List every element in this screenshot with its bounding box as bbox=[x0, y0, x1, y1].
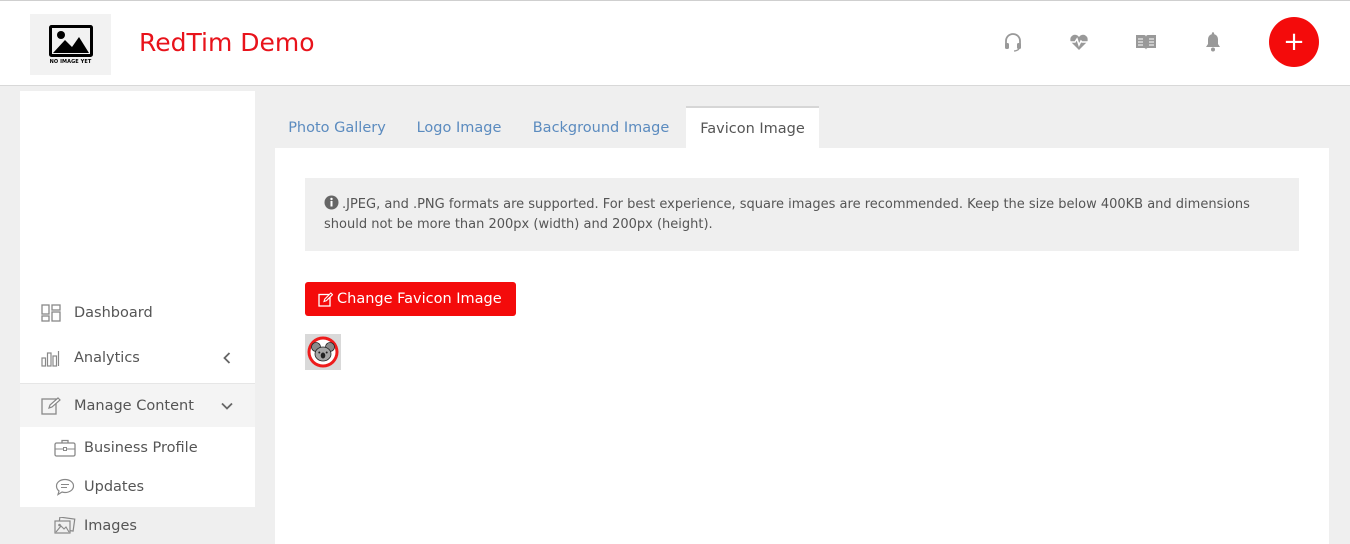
koala-icon bbox=[307, 336, 339, 368]
heart-pulse-icon[interactable] bbox=[1068, 31, 1090, 53]
sidebar-item-updates[interactable]: Updates bbox=[20, 467, 255, 506]
images-icon bbox=[54, 516, 76, 536]
sidebar-item-label: Images bbox=[84, 517, 137, 534]
headset-icon[interactable] bbox=[1002, 31, 1024, 53]
tab-logo-image[interactable]: Logo Image bbox=[403, 106, 515, 149]
sidebar-item-analytics[interactable]: Analytics bbox=[20, 336, 255, 380]
change-favicon-label: Change Favicon Image bbox=[337, 291, 502, 307]
format-notice: .JPEG, and .PNG formats are supported. F… bbox=[305, 178, 1299, 251]
sidebar-item-images[interactable]: Images bbox=[20, 506, 255, 544]
sidebar-item-business-profile[interactable]: Business Profile bbox=[20, 428, 255, 467]
notice-text: .JPEG, and .PNG formats are supported. F… bbox=[324, 197, 1250, 232]
change-favicon-button[interactable]: Change Favicon Image bbox=[305, 282, 516, 316]
bar-chart-icon bbox=[41, 348, 61, 368]
tab-background-image[interactable]: Background Image bbox=[519, 106, 683, 149]
bell-icon[interactable] bbox=[1202, 31, 1224, 53]
sidebar-item-label: Updates bbox=[84, 478, 145, 495]
top-header: NO IMAGE YET RedTim Demo + bbox=[0, 0, 1350, 86]
sidebar-item-dashboard[interactable]: Dashboard bbox=[20, 291, 255, 335]
tab-favicon-image[interactable]: Favicon Image bbox=[686, 106, 819, 149]
favicon-preview bbox=[305, 334, 341, 370]
sidebar: Dashboard Analytics Manage Content Busin… bbox=[20, 91, 255, 544]
sidebar-item-label: Analytics bbox=[74, 350, 140, 366]
chevron-left-icon bbox=[221, 352, 233, 364]
dashboard-icon bbox=[41, 303, 61, 323]
sidebar-item-manage-content[interactable]: Manage Content bbox=[20, 384, 255, 428]
book-icon[interactable] bbox=[1135, 31, 1157, 53]
sidebar-item-label: Manage Content bbox=[74, 398, 194, 414]
info-icon bbox=[324, 195, 339, 216]
edit-icon bbox=[318, 291, 333, 307]
content-panel: .JPEG, and .PNG formats are supported. F… bbox=[275, 148, 1329, 544]
chat-bubble-icon bbox=[54, 477, 76, 497]
brand-title: RedTim Demo bbox=[139, 28, 315, 57]
tab-photo-gallery[interactable]: Photo Gallery bbox=[275, 106, 399, 149]
logo-placeholder: NO IMAGE YET bbox=[48, 24, 94, 65]
sidebar-item-label: Dashboard bbox=[74, 305, 153, 321]
logo-caption: NO IMAGE YET bbox=[49, 58, 92, 65]
image-placeholder-icon bbox=[48, 24, 93, 57]
edit-icon bbox=[41, 396, 61, 416]
add-button[interactable]: + bbox=[1269, 17, 1319, 67]
briefcase-icon bbox=[54, 438, 76, 458]
sidebar-item-label: Business Profile bbox=[84, 439, 198, 456]
chevron-down-icon bbox=[221, 400, 233, 412]
logo[interactable]: NO IMAGE YET bbox=[30, 14, 111, 75]
